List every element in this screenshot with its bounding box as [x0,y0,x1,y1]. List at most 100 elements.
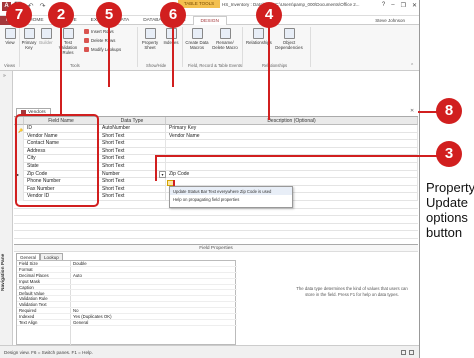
empty-table-row[interactable] [14,209,418,217]
close-document-icon[interactable]: ✕ [410,108,414,114]
property-sheet-label: Property Sheet [141,40,159,50]
status-text: Design view. F6 = Switch panes. F1 = Hel… [4,350,93,355]
empty-table-row[interactable] [14,224,418,232]
group-views: Views [4,63,16,68]
modify-lookups-label: Modify Lookups [91,47,122,52]
divider [19,27,20,67]
builder-label: Builder [39,40,53,45]
field-properties-title: Field Properties [14,244,418,252]
column-header-description: Description (Optional) [166,117,418,125]
tab-design[interactable]: DESIGN [192,15,227,25]
object-dependencies-icon [283,28,295,39]
callout-6: 6 [160,2,186,28]
callout-connector [268,27,270,120]
group-tools: Tools [70,63,80,68]
close-icon[interactable]: ✕ [412,2,417,9]
primary-key-label: Primary Key [21,40,37,50]
tab-lookup[interactable]: Lookup [40,253,63,260]
callout-3: 3 [436,141,462,167]
callout-8: 8 [436,98,462,124]
data-type-cell[interactable]: AutoNumber [99,125,166,133]
datasheet-view-icon[interactable] [401,350,406,355]
description-cell[interactable] [166,178,418,186]
macro-icon [191,28,203,39]
indexes-button[interactable]: Indexes [162,28,180,45]
restore-icon[interactable]: ❐ [401,2,406,9]
redo-icon[interactable]: ↷ [38,2,47,11]
group-events: Field, Record & Table Events [188,63,242,68]
empty-table-row[interactable] [14,216,418,224]
field-properties-panel: Field Size Double Format Decimal Places Auto… [16,260,237,346]
insert-rows-label: Insert Rows [91,29,114,34]
view-button[interactable]: View [3,28,17,45]
window-controls: ? – ❐ ✕ [382,2,417,9]
group-show-hide: Show/Hide [146,63,167,68]
menu-item-help-propagating[interactable]: Help on propagating field properties [170,195,292,203]
property-sheet-button[interactable]: Property Sheet [140,28,160,50]
view-switcher [401,350,414,355]
create-data-macros-button[interactable]: Create Data Macros [185,28,209,50]
data-type-cell[interactable]: Short Text [99,132,166,141]
callout-7: 7 [6,2,32,28]
minimize-icon[interactable]: – [391,2,394,9]
help-text: The data type determines the kind of val… [296,286,408,297]
callout-5: 5 [96,2,122,28]
test-validation-rules-button[interactable]: Test Validation Rules [55,28,81,55]
divider [242,27,243,67]
relationships-icon [252,28,264,39]
test-validation-icon [62,28,74,39]
indexes-icon [165,28,177,39]
callout-connector [172,27,174,87]
data-type-cell[interactable]: Short Text [99,193,166,201]
group-relationships: Relationships [262,63,288,68]
description-cell[interactable]: Primary Key [166,125,418,133]
user-name[interactable]: Steve Johnson [375,16,405,25]
data-type-cell[interactable]: Short Text [99,140,166,148]
delete-rows-button[interactable]: Delete Rows [84,38,115,43]
view-icon [4,28,16,39]
collapse-ribbon-icon[interactable]: ⌃ [410,63,414,69]
menu-item-update-status-bar[interactable]: Update Status Bar Text everywhere Zip Co… [170,187,292,195]
rename-delete-macro-button[interactable]: Rename/ Delete Macro [211,28,239,50]
description-cell[interactable]: Zip Code [166,170,418,179]
navigation-pane-label: Navigation Pane [1,253,6,291]
object-dependencies-button[interactable]: Object Dependencies [272,28,306,50]
data-type-dropdown-icon[interactable]: ▾ [159,170,166,178]
data-type-cell[interactable]: Short Text [99,185,166,194]
callout-connector [60,27,62,115]
design-view-icon[interactable] [409,350,414,355]
relationships-button[interactable]: Relationships [246,28,272,45]
view-label: View [5,40,15,45]
callout-connector [155,155,157,181]
delete-rows-label: Delete Rows [91,38,116,43]
builder-icon [40,28,52,39]
description-cell[interactable]: Vendor Name [166,132,418,141]
description-cell[interactable] [166,163,418,171]
indexes-label: Indexes [163,40,179,45]
help-icon[interactable]: ? [382,2,385,9]
tab-general[interactable]: General [16,253,41,260]
property-update-options-menu: Update Status Bar Text everywhere Zip Co… [169,186,293,208]
modify-lookups-button[interactable]: Modify Lookups [84,47,121,52]
property-value[interactable]: General [73,320,88,326]
callout-connector [418,111,438,113]
property-label: Text Align [19,320,38,325]
field-list-highlight [15,114,99,207]
callout-4: 4 [256,2,282,28]
divider [182,27,183,67]
description-cell[interactable] [166,140,418,148]
property-sheet-icon [144,28,156,39]
create-macros-label: Create Data Macros [185,40,209,50]
builder-button[interactable]: Builder [38,28,54,45]
navigation-pane[interactable]: » Navigation Pane [0,71,13,345]
callout-connector [155,155,439,157]
primary-key-button[interactable]: Primary Key [21,28,37,50]
delete-rows-icon [84,38,89,43]
chevron-right-icon[interactable]: » [3,73,6,79]
table-tools-context-tab: TABLE TOOLS [178,0,220,8]
property-row[interactable]: Text Align General [17,320,237,326]
empty-table-row[interactable] [14,231,418,239]
field-properties-tabs: General Lookup [16,253,63,260]
modify-lookups-icon [84,47,89,52]
rename-delete-label: Rename/ Delete Macro [212,40,238,50]
